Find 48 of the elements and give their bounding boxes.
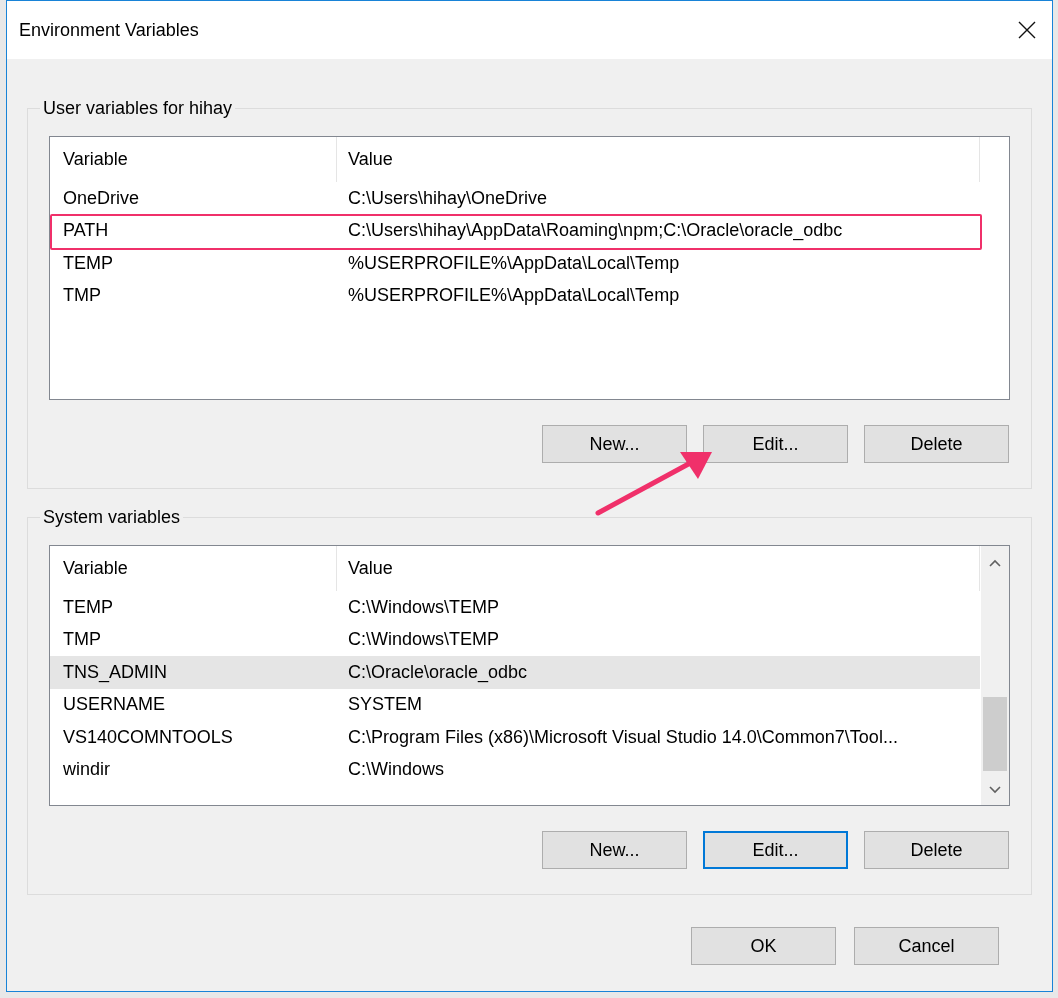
variable-value: C:\Windows\TEMP [347, 595, 500, 619]
list-row[interactable]: USERNAME SYSTEM [50, 688, 980, 721]
dialog-button[interactable]: Delete [864, 425, 1009, 463]
dialog-button[interactable]: New... [542, 831, 687, 869]
list-row[interactable]: TMP %USERPROFILE%\AppData\Local\Temp [50, 279, 980, 312]
window-title: Environment Variables [19, 18, 199, 42]
variable-value: C:\Windows [347, 758, 445, 782]
variable-name: TMP [62, 628, 102, 652]
list-row[interactable]: TNS_ADMIN C:\Oracle\oracle_odbc [50, 656, 980, 689]
scroll-thumb[interactable] [983, 697, 1007, 771]
list-row[interactable]: windir C:\Windows [50, 753, 980, 786]
variable-value: C:\Program Files (x86)\Microsoft Visual Studio 14.0\Common7\Tool... [347, 725, 898, 749]
variable-value: C:\Windows\TEMP [347, 628, 500, 652]
variable-value: %USERPROFILE%\AppData\Local\Temp [347, 284, 680, 308]
variable-name: TNS_ADMIN [62, 660, 168, 685]
list-row[interactable]: TMP C:\Windows\TEMP [50, 623, 980, 656]
column-header[interactable]: Variable [50, 137, 337, 182]
variable-name: VS140COMNTOOLS [62, 725, 234, 749]
dialog-button[interactable]: Edit... [703, 831, 848, 869]
list-row[interactable]: TEMP C:\Windows\TEMP [50, 591, 980, 624]
variable-name: OneDrive [62, 186, 141, 210]
variable-name: PATH [62, 219, 110, 243]
dialog-button[interactable]: New... [542, 425, 687, 463]
variable-name: TEMP [62, 251, 114, 275]
column-header[interactable]: Value [337, 546, 980, 591]
column-header[interactable]: Value [337, 137, 980, 182]
close-icon[interactable] [1018, 21, 1036, 39]
column-header[interactable]: Variable [50, 546, 337, 591]
scroll-up-icon[interactable] [989, 559, 1001, 567]
list-row[interactable]: OneDrive C:\Users\hihay\OneDrive [50, 182, 980, 215]
dialog-button[interactable]: Cancel [854, 927, 999, 965]
dialog-button[interactable]: Edit... [703, 425, 848, 463]
list-row[interactable]: VS140COMNTOOLS C:\Program Files (x86)\Microsoft Visual Studio 14.0\Common7\Tool... [50, 721, 980, 754]
list-row[interactable]: TEMP %USERPROFILE%\AppData\Local\Temp [50, 247, 980, 280]
variable-value: SYSTEM [347, 693, 422, 717]
variable-value: C:\Users\hihay\OneDrive [347, 186, 548, 210]
scroll-down-icon[interactable] [989, 786, 1001, 794]
scrollbar[interactable] [981, 546, 1009, 805]
variable-value: C:\Users\hihay\AppData\Roaming\npm;C:\Oracle\oracle_odbc [347, 219, 843, 243]
dialog-button[interactable]: OK [691, 927, 836, 965]
variable-name: USERNAME [62, 693, 166, 717]
variable-value: %USERPROFILE%\AppData\Local\Temp [347, 251, 680, 275]
variable-name: TMP [62, 284, 102, 308]
dialog-button[interactable]: Delete [864, 831, 1009, 869]
variable-value: C:\Oracle\oracle_odbc [347, 660, 528, 685]
list-row[interactable]: PATH C:\Users\hihay\AppData\Roaming\npm;C:\Oracle\oracle_odbc [50, 214, 980, 247]
variable-name: TEMP [62, 595, 114, 619]
variable-name: windir [62, 758, 111, 782]
